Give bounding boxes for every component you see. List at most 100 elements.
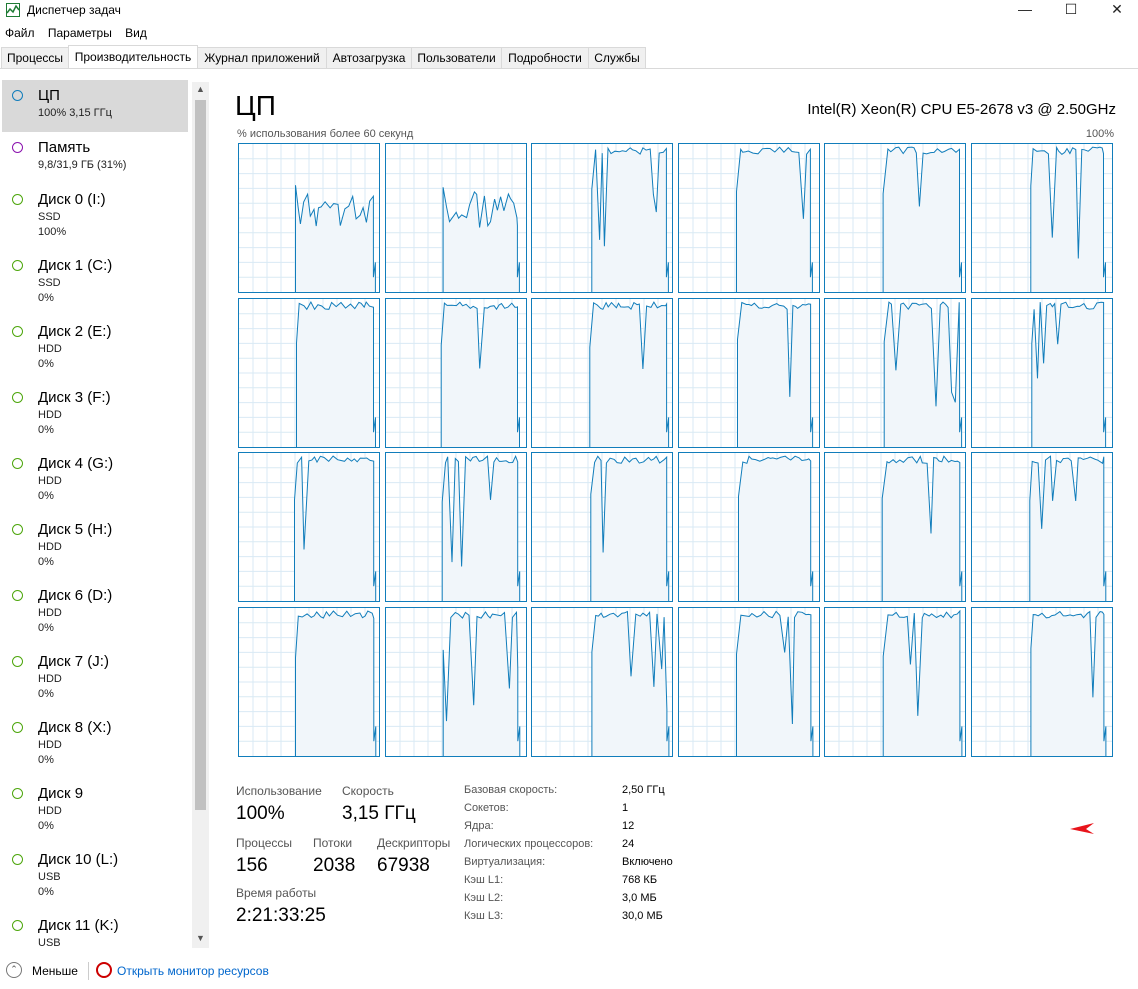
sidebar-item-detail: HDD (38, 541, 62, 553)
sidebar-item[interactable]: Диск 11 (K:) USB (2, 910, 188, 950)
status-circle-icon (12, 90, 23, 101)
status-circle-icon (12, 392, 23, 403)
status-circle-icon (12, 920, 23, 931)
sidebar-item-name: Диск 5 (H:) (38, 521, 113, 538)
sidebar-item[interactable]: Диск 4 (G:) HDD 0% (2, 448, 188, 514)
status-circle-icon (12, 788, 23, 799)
speed-value: 3,15 ГГц (342, 803, 416, 824)
sidebar-item[interactable]: Диск 10 (L:) USB 0% (2, 844, 188, 910)
tab-details[interactable]: Подробности (501, 47, 589, 68)
resource-sidebar: ЦП 100% 3,15 ГГц Память 9,8/31,9 ГБ (31%) Ди… (0, 80, 210, 950)
info-value: 24 (622, 838, 635, 850)
processes-value: 156 (236, 855, 268, 876)
sidebar-item-name: Диск 9 (38, 785, 84, 802)
processes-label: Процессы (236, 836, 293, 850)
status-circle-icon (12, 590, 23, 601)
divider (88, 962, 89, 980)
tab-processes[interactable]: Процессы (1, 47, 69, 68)
info-label: Базовая скорость: (464, 784, 558, 796)
info-value: 30,0 МБ (622, 910, 663, 922)
sidebar-item-detail: 0% (38, 622, 54, 634)
cpu-core-graph (238, 452, 380, 602)
close-button[interactable]: ✕ (1094, 0, 1138, 20)
sidebar-item[interactable]: Диск 8 (X:) HDD 0% (2, 712, 188, 778)
status-circle-icon (12, 142, 23, 153)
sidebar-item-name: Диск 1 (C:) (38, 257, 113, 274)
sidebar-item-detail: 0% (38, 490, 54, 502)
cpu-core-graph (384, 452, 527, 602)
sidebar-item[interactable]: Диск 2 (E:) HDD 0% (2, 316, 188, 382)
maximize-button[interactable]: ☐ (1048, 0, 1094, 20)
cpu-core-graph (531, 143, 674, 293)
tab-performance[interactable]: Производительность (68, 45, 198, 68)
sidebar-item-detail: 0% (38, 688, 54, 700)
cpu-core-graph (971, 143, 1113, 293)
handles-value: 67938 (377, 855, 430, 876)
graph-max-label: 100% (1085, 128, 1114, 140)
scroll-up-icon[interactable]: ▲ (192, 84, 209, 94)
tab-services[interactable]: Службы (588, 47, 646, 68)
info-label: Логических процессоров: (464, 838, 594, 850)
sidebar-scrollbar[interactable]: ▲ ▼ (192, 82, 209, 948)
sidebar-item-detail: 0% (38, 886, 54, 898)
sidebar-item[interactable]: Диск 1 (C:) SSD 0% (2, 250, 188, 316)
menu-bar: Файл Параметры Вид (0, 24, 152, 44)
cpu-core-graph (677, 297, 820, 448)
cpu-core-graph (238, 143, 380, 293)
chevron-up-icon[interactable]: ⌃ (6, 962, 22, 978)
speed-label: Скорость (342, 784, 394, 798)
status-circle-icon (12, 326, 23, 337)
sidebar-item[interactable]: Диск 6 (D:) HDD 0% (2, 580, 188, 646)
info-value: 2,50 ГГц (622, 784, 665, 796)
sidebar-item-name: ЦП (38, 87, 60, 104)
sidebar-item-name: Диск 6 (D:) (38, 587, 113, 604)
sidebar-item-detail: 100% 3,15 ГГц (38, 107, 112, 119)
cpu-core-graph (531, 606, 674, 757)
cpu-core-graph (824, 297, 967, 448)
sidebar-item-detail: 0% (38, 820, 54, 832)
sidebar-item-detail: HDD (38, 607, 62, 619)
cpu-core-graph (971, 606, 1113, 757)
window-title: Диспетчер задач (27, 3, 121, 17)
sidebar-item[interactable]: Диск 9 HDD 0% (2, 778, 188, 844)
sidebar-item-name: Память (38, 139, 91, 156)
minimize-button[interactable]: — (1002, 0, 1048, 20)
menu-file[interactable]: Файл (0, 24, 40, 42)
cpu-core-graph (238, 297, 380, 448)
sidebar-item[interactable]: Диск 7 (J:) HDD 0% (2, 646, 188, 712)
cpu-core-graph (677, 606, 820, 757)
sidebar-item[interactable]: ЦП 100% 3,15 ГГц (2, 80, 188, 132)
tab-startup[interactable]: Автозагрузка (326, 47, 412, 68)
scroll-down-icon[interactable]: ▼ (192, 933, 209, 943)
sidebar-item-detail: HDD (38, 343, 62, 355)
sidebar-item-detail: 9,8/31,9 ГБ (31%) (38, 159, 127, 171)
sidebar-item-detail: 0% (38, 292, 54, 304)
menu-options[interactable]: Параметры (43, 24, 117, 42)
status-circle-icon (12, 722, 23, 733)
sidebar-item[interactable]: Диск 3 (F:) HDD 0% (2, 382, 188, 448)
info-value: Включено (622, 856, 673, 868)
sidebar-item[interactable]: Диск 5 (H:) HDD 0% (2, 514, 188, 580)
sidebar-item-detail: HDD (38, 409, 62, 421)
sidebar-item-name: Диск 7 (J:) (38, 653, 109, 670)
sidebar-item[interactable]: Память 9,8/31,9 ГБ (31%) (2, 132, 188, 184)
status-circle-icon (12, 524, 23, 535)
fewer-details-link[interactable]: Меньше (32, 964, 78, 978)
sidebar-item-detail: 0% (38, 754, 54, 766)
menu-view[interactable]: Вид (120, 24, 152, 42)
scroll-thumb[interactable] (195, 100, 206, 810)
sidebar-item[interactable]: Диск 0 (I:) SSD 100% (2, 184, 188, 250)
tab-app-history[interactable]: Журнал приложений (197, 47, 327, 68)
red-arrow-annotation (1070, 823, 1094, 834)
info-label: Виртуализация: (464, 856, 546, 868)
open-resource-monitor-link[interactable]: Открыть монитор ресурсов (117, 964, 269, 978)
sidebar-item-detail: 0% (38, 556, 54, 568)
tab-users[interactable]: Пользователи (411, 47, 502, 68)
resource-monitor-icon (96, 962, 112, 978)
uptime-value: 2:21:33:25 (236, 905, 326, 926)
task-manager-icon (6, 3, 20, 17)
info-value: 12 (622, 820, 635, 832)
usage-value: 100% (236, 803, 285, 824)
sidebar-item-detail: 100% (38, 226, 67, 238)
info-value: 1 (622, 802, 629, 814)
